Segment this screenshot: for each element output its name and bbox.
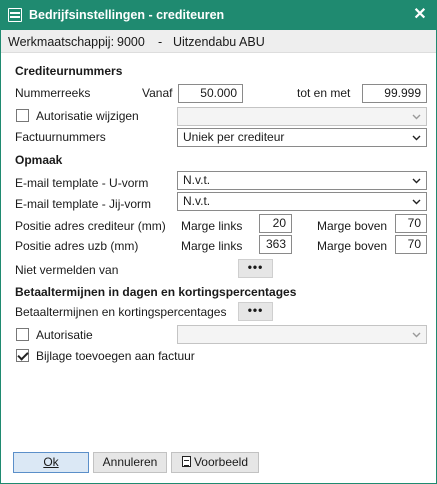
autorisatie-select[interactable] — [177, 325, 427, 344]
email-u-vorm-label: E-mail template - U-vorm — [15, 176, 149, 190]
crediteur-marge-boven-input[interactable]: 70 — [395, 214, 427, 233]
section-opmaak: Opmaak — [15, 153, 63, 167]
betaaltermijnen-label: Betaaltermijnen en kortingspercentages — [15, 305, 227, 319]
nummerreeks-label: Nummerreeks — [15, 86, 91, 100]
positie-crediteur-label: Positie adres crediteur (mm) — [15, 219, 166, 233]
betaaltermijnen-button[interactable]: ••• — [238, 302, 273, 321]
factuurnummers-select[interactable]: Uniek per crediteur — [177, 128, 427, 147]
tot-en-met-label: tot en met — [297, 86, 351, 100]
vanaf-input[interactable]: 50.000 — [178, 84, 243, 103]
title-bar[interactable]: Bedrijfsinstellingen - crediteuren ✕ — [1, 1, 436, 30]
close-button[interactable]: ✕ — [410, 5, 430, 25]
autorisatie-checkbox[interactable] — [16, 328, 29, 341]
niet-vermelden-label: Niet vermelden van — [15, 263, 119, 277]
factuurnummers-label: Factuurnummers — [15, 130, 106, 144]
company-bar: Werkmaatschappij: 9000 - Uitzendabu ABU — [1, 30, 436, 53]
email-u-vorm-select[interactable]: N.v.t. — [177, 171, 427, 190]
chevron-down-icon — [412, 332, 421, 338]
crediteur-marge-links-label: Marge links — [181, 219, 243, 233]
voorbeeld-label: Voorbeeld — [193, 455, 249, 469]
window-list-icon — [8, 8, 22, 22]
autorisatie-wijzigen-checkbox[interactable] — [16, 109, 29, 122]
email-u-vorm-value: N.v.t. — [183, 173, 211, 187]
vanaf-label: Vanaf — [142, 86, 173, 100]
positie-uzb-label: Positie adres uzb (mm) — [15, 239, 139, 253]
section-crediteurnummers: Crediteurnummers — [15, 64, 123, 78]
company-name: Uitzendabu ABU — [173, 35, 265, 49]
uzb-marge-links-label: Marge links — [181, 239, 243, 253]
company-separator: - — [158, 35, 163, 49]
bijlage-checkbox[interactable] — [16, 349, 29, 362]
uzb-marge-boven-label: Marge boven — [317, 239, 388, 253]
chevron-down-icon — [412, 135, 421, 141]
crediteur-marge-links-input[interactable]: 20 — [259, 214, 292, 233]
bijlage-label: Bijlage toevoegen aan factuur — [36, 349, 195, 363]
annuleren-label: Annuleren — [102, 455, 158, 469]
tot-en-met-input[interactable]: 99.999 — [362, 84, 427, 103]
chevron-down-icon — [412, 178, 421, 184]
crediteur-marge-boven-label: Marge boven — [317, 219, 388, 233]
email-jij-vorm-select[interactable]: N.v.t. — [177, 192, 427, 211]
voorbeeld-button[interactable]: Voorbeeld — [171, 452, 259, 473]
dialog-window: Bedrijfsinstellingen - crediteuren ✕ Wer… — [0, 0, 437, 484]
chevron-down-icon — [412, 199, 421, 205]
document-icon — [181, 456, 191, 467]
uzb-marge-links-input[interactable]: 363 — [259, 235, 292, 254]
annuleren-button[interactable]: Annuleren — [93, 452, 167, 473]
company-code: 9000 — [117, 35, 145, 49]
autorisatie-label: Autorisatie — [36, 328, 93, 342]
section-betaaltermijnen: Betaaltermijnen in dagen en kortingsperc… — [15, 285, 297, 299]
window-title: Bedrijfsinstellingen - crediteuren — [29, 8, 225, 22]
chevron-down-icon — [412, 114, 421, 120]
ok-button[interactable]: Ok — [13, 452, 89, 473]
niet-vermelden-button[interactable]: ••• — [238, 259, 273, 278]
factuurnummers-value: Uniek per crediteur — [183, 130, 285, 144]
autorisatie-wijzigen-select[interactable] — [177, 107, 427, 126]
ok-label: Ok — [43, 455, 59, 469]
company-label: Werkmaatschappij: — [8, 35, 115, 49]
email-jij-vorm-label: E-mail template - Jij-vorm — [15, 197, 152, 211]
autorisatie-wijzigen-label: Autorisatie wijzigen — [36, 109, 139, 123]
email-jij-vorm-value: N.v.t. — [183, 194, 211, 208]
uzb-marge-boven-input[interactable]: 70 — [395, 235, 427, 254]
